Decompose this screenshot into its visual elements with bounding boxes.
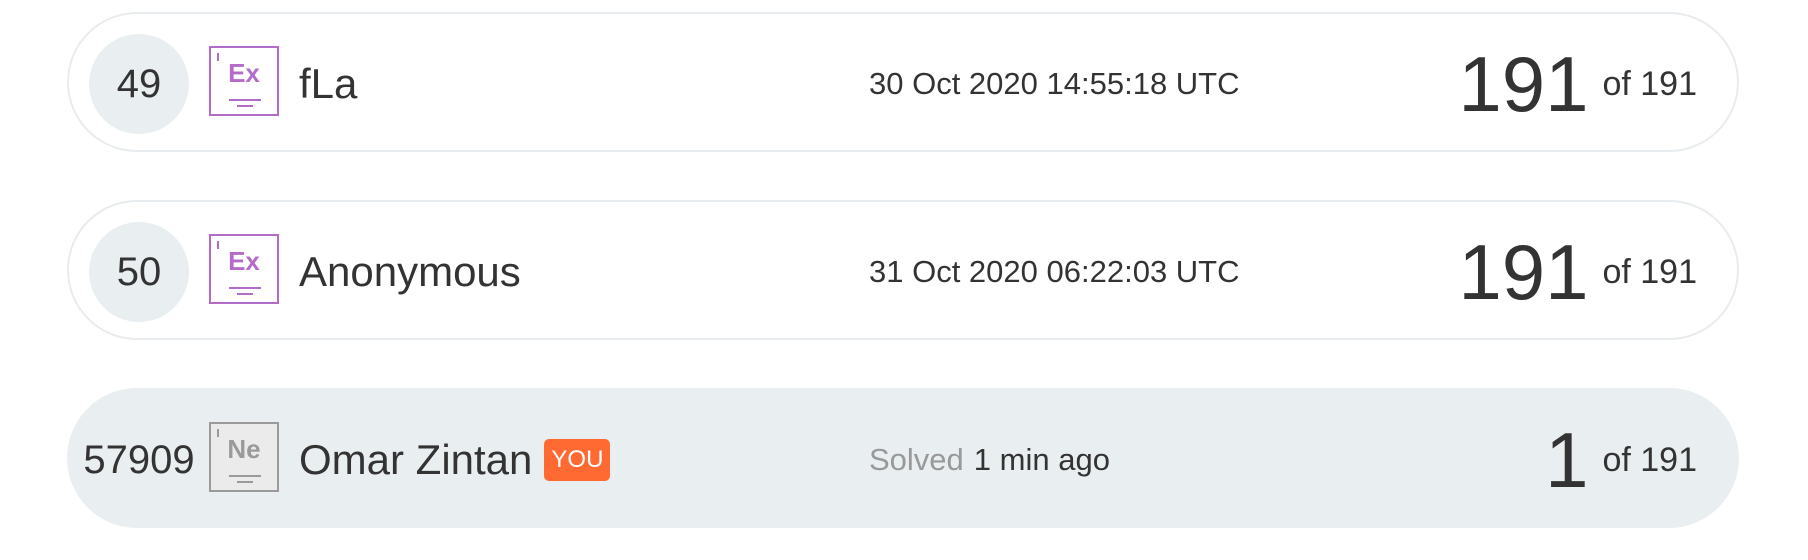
username[interactable]: Anonymous	[299, 202, 521, 342]
rank: 57909	[83, 437, 195, 482]
solved-count: 191	[1458, 228, 1589, 316]
level-badge-icon: Ne	[209, 422, 279, 492]
score: 191 of 191	[1458, 202, 1697, 342]
username-text[interactable]: Omar Zintan	[299, 436, 532, 484]
total-label: of 191	[1602, 64, 1697, 103]
solved-time: 31 Oct 2020 06:22:03 UTC	[869, 202, 1240, 342]
badge-symbol: Ex	[228, 246, 260, 276]
total-label: of 191	[1602, 252, 1697, 291]
username-text[interactable]: fLa	[299, 60, 357, 108]
leaderboard-row[interactable]: 50 Ex Anonymous 31 Oct 2020 06:22:03 UTC…	[67, 200, 1739, 340]
total-label: of 191	[1602, 440, 1697, 479]
relative-time: 1 min ago	[973, 442, 1110, 477]
score: 1 of 191	[1545, 390, 1697, 530]
solved-label: Solved	[869, 442, 964, 477]
rank: 50	[89, 222, 189, 322]
username[interactable]: Omar Zintan YOU	[299, 390, 611, 530]
level-badge-icon: Ex	[209, 234, 279, 304]
solved-time: 30 Oct 2020 14:55:18 UTC	[869, 14, 1240, 154]
you-badge: YOU	[544, 439, 611, 481]
solved-count: 1	[1545, 416, 1589, 504]
username-text[interactable]: Anonymous	[299, 248, 521, 296]
timestamp: 30 Oct 2020 14:55:18 UTC	[869, 66, 1240, 101]
rank: 49	[89, 34, 189, 134]
solved-time: Solved 1 min ago	[869, 390, 1110, 530]
badge-symbol: Ex	[228, 58, 260, 88]
leaderboard: 49 Ex fLa 30 Oct 2020 14:55:18 UTC 191 o…	[0, 0, 1808, 560]
leaderboard-row[interactable]: 49 Ex fLa 30 Oct 2020 14:55:18 UTC 191 o…	[67, 12, 1739, 152]
current-user-row[interactable]: 57909 Ne Omar Zintan YOU Solved 1 min ag…	[67, 388, 1739, 528]
score: 191 of 191	[1458, 14, 1697, 154]
solved-count: 191	[1458, 40, 1589, 128]
badge-symbol: Ne	[227, 434, 261, 464]
timestamp: 31 Oct 2020 06:22:03 UTC	[869, 254, 1240, 289]
level-badge-icon: Ex	[209, 46, 279, 116]
username[interactable]: fLa	[299, 14, 357, 154]
